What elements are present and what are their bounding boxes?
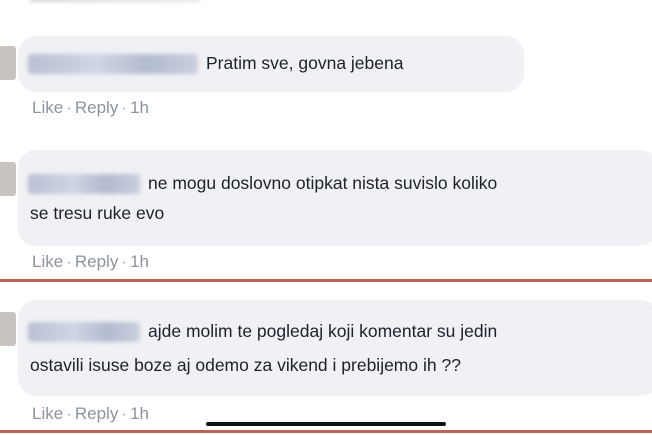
comment-text: Pratim sve, govna jebena [206, 53, 404, 73]
reply-link[interactable]: Reply [75, 252, 118, 271]
comment-bubble: ajde molim te pogledaj koji komentar su … [18, 300, 652, 396]
reply-link[interactable]: Reply [75, 404, 118, 423]
like-link[interactable]: Like [32, 252, 63, 271]
comment-actions: Like · Reply · 1h [32, 404, 149, 423]
reply-link[interactable]: Reply [75, 98, 118, 117]
blurred-author-name[interactable] [28, 174, 140, 195]
avatar[interactable] [0, 46, 16, 80]
comment-bubble: Pratim sve, govna jebena [18, 36, 524, 92]
cropped-previous-meta [30, 0, 200, 2]
comment-text-line-1: ajde molim te pogledaj koji komentar su … [148, 321, 498, 341]
like-link[interactable]: Like [32, 404, 63, 423]
red-annotation-underline [0, 279, 652, 282]
timestamp[interactable]: 1h [130, 252, 149, 271]
comment-actions: Like · Reply · 1h [32, 98, 149, 117]
red-annotation-underline [0, 430, 652, 433]
comment-text-line-2: ostavili isuse boze aj odemo za vikend i… [30, 355, 461, 375]
comment-text-line-2: se tresu ruke evo [30, 203, 165, 223]
timestamp[interactable]: 1h [130, 98, 149, 117]
avatar[interactable] [0, 312, 16, 346]
comment-text-line-1: ne mogu doslovno otipkat nista suvislo k… [148, 173, 498, 193]
black-annotation-stroke [206, 422, 446, 426]
comment-bubble: ne mogu doslovno otipkat nista suvislo k… [18, 150, 652, 246]
blurred-author-name[interactable] [28, 322, 140, 343]
blurred-author-name[interactable] [28, 54, 198, 75]
timestamp[interactable]: 1h [130, 404, 149, 423]
avatar[interactable] [0, 162, 16, 196]
like-link[interactable]: Like [32, 98, 63, 117]
comment-actions: Like · Reply · 1h [32, 252, 149, 271]
